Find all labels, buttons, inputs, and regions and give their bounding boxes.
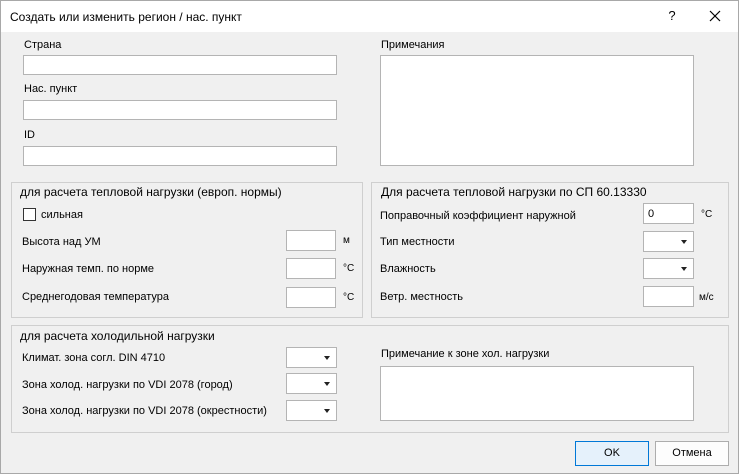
notes-label: Примечания [381,39,445,51]
id-input[interactable] [23,146,337,166]
cooling-group: для расчета холодильной нагрузки Климат.… [11,325,729,433]
strong-checkbox[interactable] [23,208,36,221]
country-label: Страна [24,39,62,51]
chevron-down-icon [324,381,330,386]
climate-zone-label: Климат. зона согл. DIN 4710 [22,352,166,364]
cancel-button[interactable]: Отмена [655,441,729,466]
close-button[interactable] [704,5,726,27]
outdoor-temp-label: Наружная темп. по норме [22,263,155,275]
humidity-select[interactable] [643,258,694,279]
altitude-input[interactable] [286,230,336,251]
window-title: Создать или изменить регион / нас. пункт [10,10,242,24]
cooling-note-textarea[interactable] [380,366,694,421]
outdoor-temp-input[interactable] [286,258,336,279]
climate-zone-select[interactable] [286,347,337,368]
heat-sp-group: Для расчета тепловой нагрузки по СП 60.1… [371,182,729,318]
correction-unit: °C [701,209,713,220]
terrain-select[interactable] [643,231,694,252]
humidity-label: Влажность [380,263,436,275]
vdi-city-label: Зона холод. нагрузки по VDI 2078 (город) [22,379,233,391]
chevron-down-icon [324,408,330,413]
settlement-label: Нас. пункт [24,83,78,95]
wind-label: Ветр. местность [380,291,464,303]
strong-label: сильная [41,209,83,221]
chevron-down-icon [681,239,687,244]
heat-eu-title: для расчета тепловой нагрузки (европ. но… [20,185,282,199]
chevron-down-icon [324,355,330,360]
heat-eu-group: для расчета тепловой нагрузки (европ. но… [11,182,363,318]
help-button[interactable]: ? [661,5,683,27]
cooling-title: для расчета холодильной нагрузки [20,329,215,343]
country-input[interactable] [23,55,337,75]
outdoor-temp-unit: °C [343,263,355,274]
id-label: ID [24,129,35,141]
settlement-input[interactable] [23,100,337,120]
vdi-surround-label: Зона холод. нагрузки по VDI 2078 (окрест… [22,405,267,417]
close-icon [709,10,721,22]
ok-button[interactable]: OK [575,441,649,466]
correction-input[interactable] [643,203,694,224]
dialog-window: Создать или изменить регион / нас. пункт… [0,0,739,474]
chevron-down-icon [681,266,687,271]
annual-temp-label: Среднегодовая температура [22,291,170,303]
altitude-label: Высота над УМ [22,236,101,248]
annual-temp-input[interactable] [286,287,336,308]
title-bar: Создать или изменить регион / нас. пункт… [1,1,738,32]
notes-textarea[interactable] [380,55,694,166]
wind-input[interactable] [643,286,694,307]
vdi-surround-select[interactable] [286,400,337,421]
terrain-label: Тип местности [380,236,455,248]
altitude-unit: м [343,235,350,246]
heat-sp-title: Для расчета тепловой нагрузки по СП 60.1… [381,185,647,199]
wind-unit: м/с [699,292,714,303]
annual-temp-unit: °C [343,292,355,303]
cooling-note-label: Примечание к зоне хол. нагрузки [381,348,550,360]
correction-label: Поправочный коэффициент наружной [380,210,576,222]
vdi-city-select[interactable] [286,373,337,394]
